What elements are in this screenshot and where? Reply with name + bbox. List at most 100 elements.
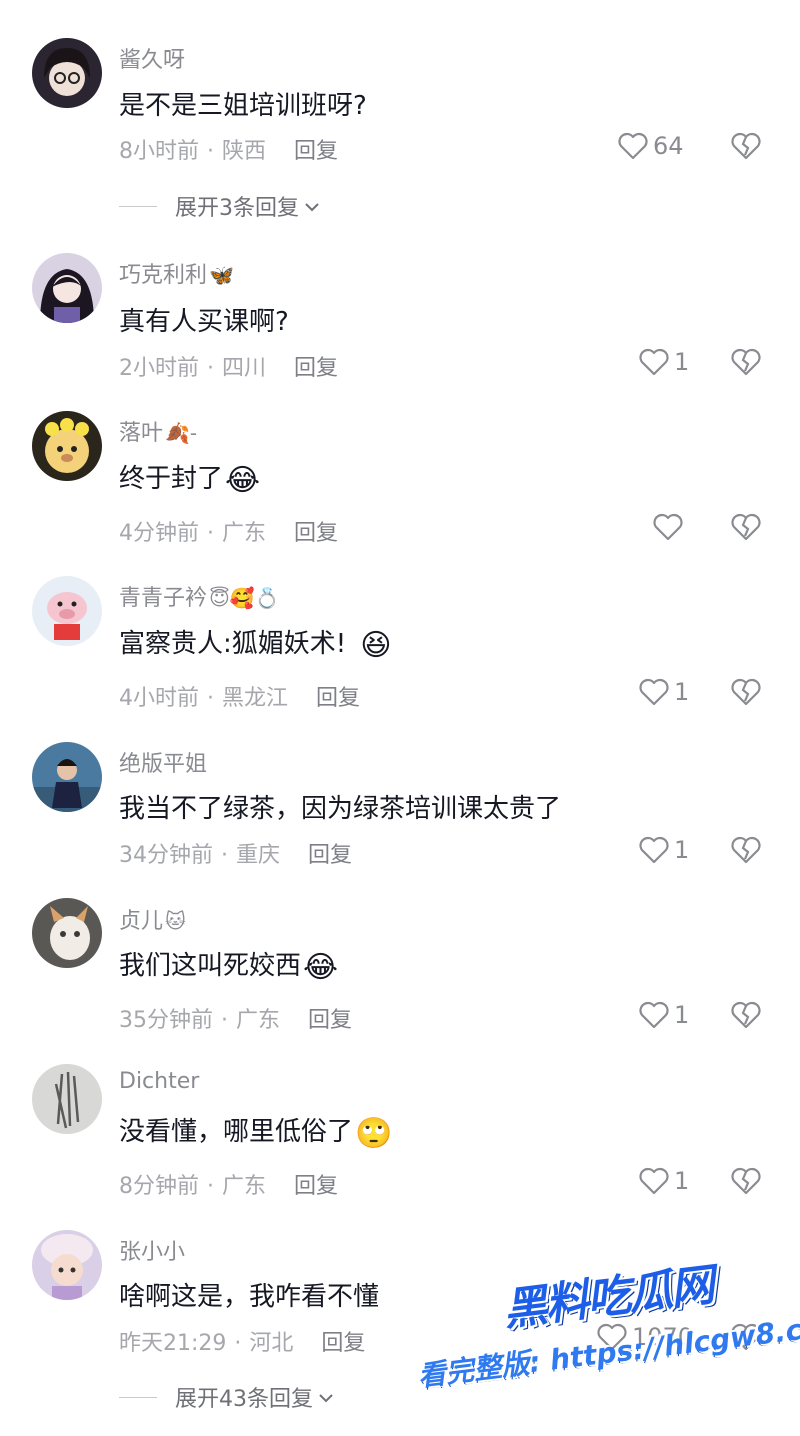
divider — [119, 1396, 157, 1398]
comment-text: 啥啊这是，我咋看不懂 — [119, 1282, 380, 1312]
avatar[interactable] — [32, 1064, 102, 1134]
like-count: 1 — [674, 836, 690, 864]
like-button[interactable] — [652, 512, 684, 542]
time: 2小时前 — [119, 356, 199, 381]
comment-text: 是不是三姐培训班呀? — [119, 91, 367, 121]
comment-meta: 35分钟前 · 广东 回复 — [119, 1002, 352, 1034]
comment-meta: 4小时前 · 黑龙江 回复 — [119, 680, 360, 712]
comment-emoji: 😆 — [360, 628, 392, 663]
time: 34分钟前 — [119, 843, 213, 868]
dislike-button[interactable] — [730, 512, 764, 544]
like-count: 1 — [674, 1001, 690, 1029]
username[interactable]: 青青子衿 😇🥰💍 — [119, 580, 280, 612]
separator: · — [207, 521, 214, 546]
comment-emoji: 😂 — [225, 463, 261, 498]
comment-text-body: 富察贵人:狐媚妖术! — [119, 629, 347, 659]
username-text[interactable]: Dichter — [119, 1069, 199, 1094]
username[interactable]: 酱久呀 — [119, 42, 185, 74]
dislike-button[interactable] — [730, 1000, 764, 1032]
comment-text: 我当不了绿茶，因为绿茶培训课太贵了 — [119, 794, 562, 824]
expand-label: 展开3条回复 — [175, 196, 299, 221]
username[interactable]: 巧克利利 🦋 — [119, 257, 234, 289]
comment-text-body: 我们这叫死姣西 — [119, 951, 302, 981]
comment-meta: 34分钟前 · 重庆 回复 — [119, 837, 352, 869]
username[interactable]: Dichter — [119, 1069, 199, 1094]
avatar[interactable] — [32, 576, 102, 646]
dislike-button[interactable] — [730, 347, 764, 379]
broken-heart-icon — [730, 1166, 764, 1196]
avatar[interactable] — [32, 742, 102, 812]
username-text[interactable]: 青青子衿 — [119, 586, 207, 611]
separator: · — [234, 1331, 242, 1356]
dislike-button[interactable] — [730, 677, 764, 709]
broken-heart-icon — [730, 677, 764, 707]
username[interactable]: 落叶 🍂- — [119, 415, 197, 447]
heart-icon — [638, 347, 670, 377]
like-button[interactable]: 1 — [638, 1166, 689, 1196]
chevron-down-icon — [299, 194, 321, 219]
comment-meta: 8分钟前 · 广东 回复 — [119, 1168, 338, 1200]
heart-icon — [638, 1000, 670, 1030]
like-button[interactable]: 1 — [638, 1000, 689, 1030]
username-text[interactable]: 贞儿 — [119, 909, 163, 934]
expand-label: 展开43条回复 — [175, 1387, 313, 1412]
location: 广东 — [236, 1008, 281, 1033]
username[interactable]: 张小小 — [119, 1234, 185, 1266]
broken-heart-icon — [730, 131, 764, 161]
expand-replies[interactable]: 展开3条回复 — [119, 190, 321, 222]
username-emoji: 😇🥰💍 — [209, 586, 280, 610]
broken-heart-icon — [730, 835, 764, 865]
time: 35分钟前 — [119, 1008, 213, 1033]
reply-button[interactable]: 回复 — [294, 139, 338, 164]
reply-button[interactable]: 回复 — [308, 843, 352, 868]
like-button[interactable]: 1 — [638, 835, 689, 865]
username[interactable]: 绝版平姐 — [119, 746, 207, 778]
dislike-button[interactable] — [730, 835, 764, 867]
reply-button[interactable]: 回复 — [321, 1331, 365, 1356]
username-text[interactable]: 落叶 — [119, 421, 163, 446]
location: 四川 — [222, 356, 267, 381]
username-text[interactable]: 张小小 — [119, 1240, 185, 1265]
heart-icon — [638, 677, 670, 707]
location: 重庆 — [236, 843, 281, 868]
avatar[interactable] — [32, 1230, 102, 1300]
like-count: 1 — [674, 348, 690, 376]
location: 河北 — [249, 1331, 294, 1356]
reply-button[interactable]: 回复 — [316, 686, 360, 711]
comment-meta: 4分钟前 · 广东 回复 — [119, 515, 338, 547]
watermark: 黑料吃瓜网 看完整版: https://hlcgw8.com — [404, 1229, 800, 1427]
comment-meta: 8小时前 · 陕西 回复 — [119, 133, 338, 165]
dislike-button[interactable] — [730, 131, 764, 163]
username-text[interactable]: 绝版平姐 — [119, 752, 207, 777]
like-button[interactable]: 1 — [638, 347, 689, 377]
broken-heart-icon — [730, 1000, 764, 1030]
comment-meta: 昨天21:29 · 河北 回复 — [119, 1325, 365, 1357]
username-text[interactable]: 酱久呀 — [119, 48, 185, 73]
username[interactable]: 贞儿 🐱 — [119, 903, 186, 935]
reply-button[interactable]: 回复 — [294, 356, 338, 381]
comment-text: 我们这叫死姣西😂 — [119, 945, 338, 985]
like-count: 1 — [674, 1167, 690, 1195]
reply-button[interactable]: 回复 — [294, 1174, 338, 1199]
comment-text: 富察贵人:狐媚妖术! 😆 — [119, 623, 391, 663]
heart-icon — [652, 512, 684, 542]
username-text[interactable]: 巧克利利 — [119, 263, 207, 288]
avatar[interactable] — [32, 411, 102, 481]
avatar[interactable] — [32, 253, 102, 323]
like-button[interactable]: 64 — [617, 131, 684, 161]
separator: · — [207, 1174, 214, 1199]
like-button[interactable]: 1 — [638, 677, 689, 707]
reply-button[interactable]: 回复 — [294, 521, 338, 546]
comment-text-body: 终于封了 — [119, 464, 224, 494]
avatar[interactable] — [32, 38, 102, 108]
separator: · — [221, 843, 228, 868]
expand-replies[interactable]: 展开43条回复 — [119, 1381, 335, 1413]
time: 8分钟前 — [119, 1174, 199, 1199]
comment-text: 终于封了😂 — [119, 458, 260, 498]
username-emoji: 🍂- — [165, 421, 198, 445]
reply-button[interactable]: 回复 — [308, 1008, 352, 1033]
comment-text: 真有人买课啊? — [119, 307, 289, 337]
avatar[interactable] — [32, 898, 102, 968]
dislike-button[interactable] — [730, 1166, 764, 1198]
heart-icon — [638, 1166, 670, 1196]
